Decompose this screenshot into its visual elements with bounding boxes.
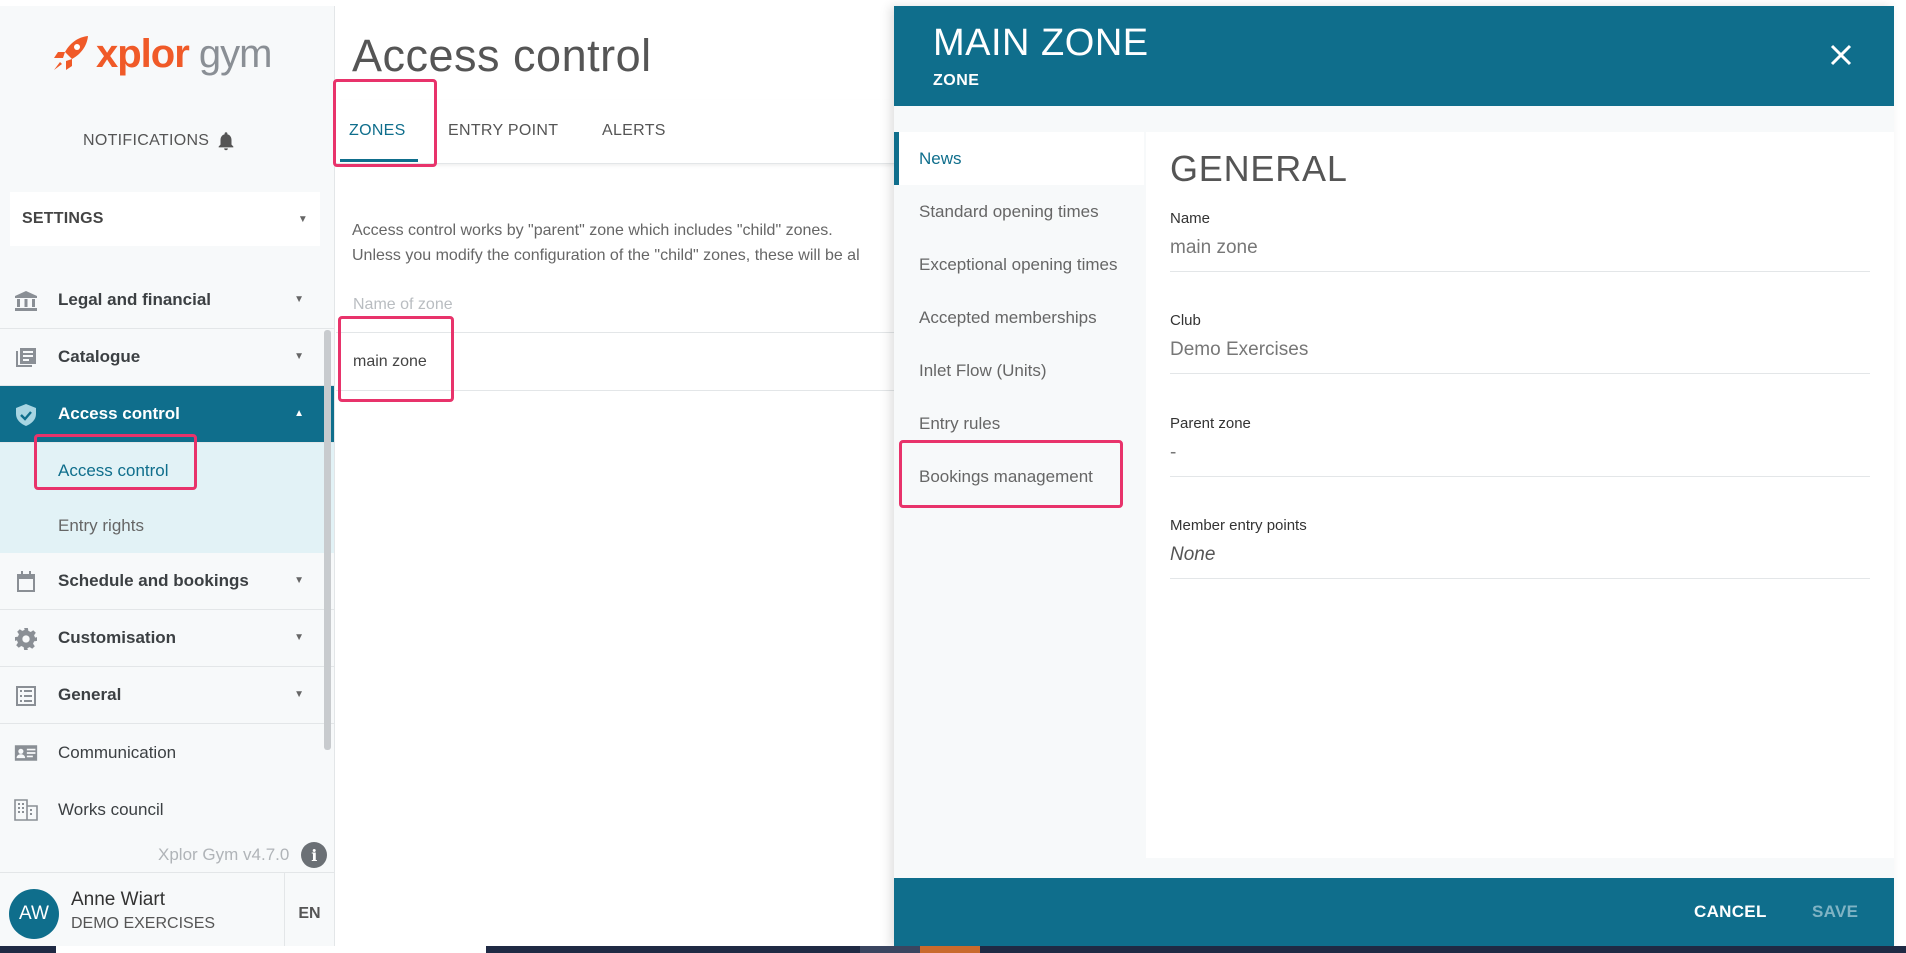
submenu-item-entry-rights[interactable]: Entry rights [0,498,334,553]
sidebar-item-label: Access control [58,404,180,423]
field-value: Demo Exercises [1170,339,1309,360]
bank-icon [15,291,37,311]
gear-icon [15,628,37,650]
caret-down-icon: ▼ [294,575,304,586]
sidebar-item-label: Schedule and bookings [58,571,249,590]
list-icon [16,686,36,706]
field-label: Name [1170,210,1211,227]
user-panel: AW Anne Wiart DEMO EXERCISES EN [0,872,334,953]
drawer-subtitle: ZONE [933,72,980,89]
sidebar-item-schedule-and-bookings[interactable]: Schedule and bookings ▼ [0,553,334,610]
avatar[interactable]: AW [9,889,59,939]
sidebar-item-legal-and-financial[interactable]: Legal and financial ▼ [0,272,334,329]
shield-check-icon [16,404,36,426]
taskbar-segment [920,946,980,953]
highlight-main-zone-row [338,316,454,402]
caret-down-icon: ▼ [294,689,304,700]
tab-entry-point[interactable]: ENTRY POINT [448,122,558,140]
logo-text-xplor: xplor [96,31,190,76]
drawer-nav-exceptional-opening-times[interactable]: Exceptional opening times [894,238,1144,291]
drawer-nav-label: Standard opening times [919,201,1099,221]
drawer-nav-accepted-memberships[interactable]: Accepted memberships [894,291,1144,344]
field-label: Member entry points [1170,517,1307,534]
settings-select[interactable]: SETTINGS ▼ [10,192,320,246]
app-root: xplor gym NOTIFICATIONS SETTINGS ▼ Legal… [0,0,1906,953]
version-info: Xplor Gym v4.7.0 i [158,842,328,868]
field-parent-zone: Parent zone - [1170,415,1870,477]
bell-icon [218,132,234,151]
sidebar-item-label: Works council [58,799,164,819]
close-icon[interactable] [1828,42,1854,68]
drawer-content: GENERAL Name main zone Club Demo Exercis… [1146,132,1894,858]
field-club: Club Demo Exercises [1170,312,1870,374]
sidebar-scrollbar[interactable] [324,330,331,750]
drawer-header: MAIN ZONE ZONE [894,6,1894,106]
save-button[interactable]: SAVE [1812,902,1858,922]
highlight-bookings-management [899,440,1123,508]
info-icon[interactable]: i [301,842,328,868]
sidebar-item-label: Communication [58,742,177,762]
calendar-icon [17,571,35,592]
sidebar-item-label: General [58,685,122,704]
drawer-nav-inlet-flow[interactable]: Inlet Flow (Units) [894,344,1144,397]
drawer-nav-news[interactable]: News [894,132,1144,185]
field-member-entry-points: Member entry points None [1170,517,1870,579]
tab-alerts[interactable]: ALERTS [602,122,666,140]
notifications-label: NOTIFICATIONS [83,132,210,149]
drawer-title: MAIN ZONE [933,22,1149,64]
cancel-button[interactable]: CANCEL [1694,902,1767,922]
caret-down-icon: ▼ [297,213,308,225]
catalogue-icon [16,348,36,367]
drawer-nav-label: Entry rules [919,413,1001,433]
drawer-nav-label: Exceptional opening times [919,254,1118,274]
sidebar-item-works-council[interactable]: Works council [0,781,334,838]
description-line: Access control works by "parent" zone wh… [352,222,833,239]
caret-down-icon: ▼ [294,294,304,305]
drawer-nav-label: Inlet Flow (Units) [919,360,1047,380]
building-icon [14,799,38,821]
column-header-name-of-zone[interactable]: Name of zone [353,296,453,314]
id-card-icon [14,745,38,761]
rocket-icon [54,36,88,70]
caret-up-icon: ▲ [294,408,304,419]
description: Access control works by "parent" zone wh… [352,218,860,268]
sidebar-item-label: Catalogue [58,347,141,366]
user-name: Anne Wiart [71,889,165,910]
field-value: - [1170,442,1177,463]
section-title: GENERAL [1170,148,1348,189]
drawer-footer: CANCEL SAVE [894,878,1894,948]
sidebar-item-communication[interactable]: Communication [0,724,334,781]
sidebar-item-customisation[interactable]: Customisation ▼ [0,610,334,667]
field-value: None [1170,544,1216,565]
sidebar-item-catalogue[interactable]: Catalogue ▼ [0,329,334,386]
highlight-zones-tab [333,79,437,167]
submenu-item-label: Entry rights [58,515,144,535]
settings-select-value: SETTINGS [22,210,104,227]
language-switcher[interactable]: EN [284,873,334,953]
taskbar [0,946,1906,953]
drawer-nav-label: News [919,148,962,168]
caret-down-icon: ▼ [294,632,304,643]
logo-text-gym: gym [198,31,273,76]
sidebar-item-label: Customisation [58,628,177,647]
taskbar-segment [56,946,486,953]
drawer-nav-label: Accepted memberships [919,307,1097,327]
description-line: Unless you modify the configuration of t… [352,247,860,264]
field-value: main zone [1170,237,1258,258]
logo[interactable]: xplor gym [50,24,272,84]
notifications-button[interactable]: NOTIFICATIONS [83,130,237,152]
field-label: Club [1170,312,1201,329]
sidebar-menu: Legal and financial ▼ Catalogue ▼ Access… [0,272,334,838]
sidebar-item-general[interactable]: General ▼ [0,667,334,724]
caret-down-icon: ▼ [294,351,304,362]
taskbar-segment [860,946,920,953]
field-label: Parent zone [1170,415,1251,432]
page-title: Access control [352,30,652,81]
field-name: Name main zone [1170,210,1870,272]
sidebar-item-label: Legal and financial [58,290,212,309]
version-label: Xplor Gym v4.7.0 [158,845,290,864]
highlight-access-control-submenu [34,434,197,490]
drawer-nav-standard-opening-times[interactable]: Standard opening times [894,185,1144,238]
user-organization: DEMO EXERCISES [71,915,216,932]
